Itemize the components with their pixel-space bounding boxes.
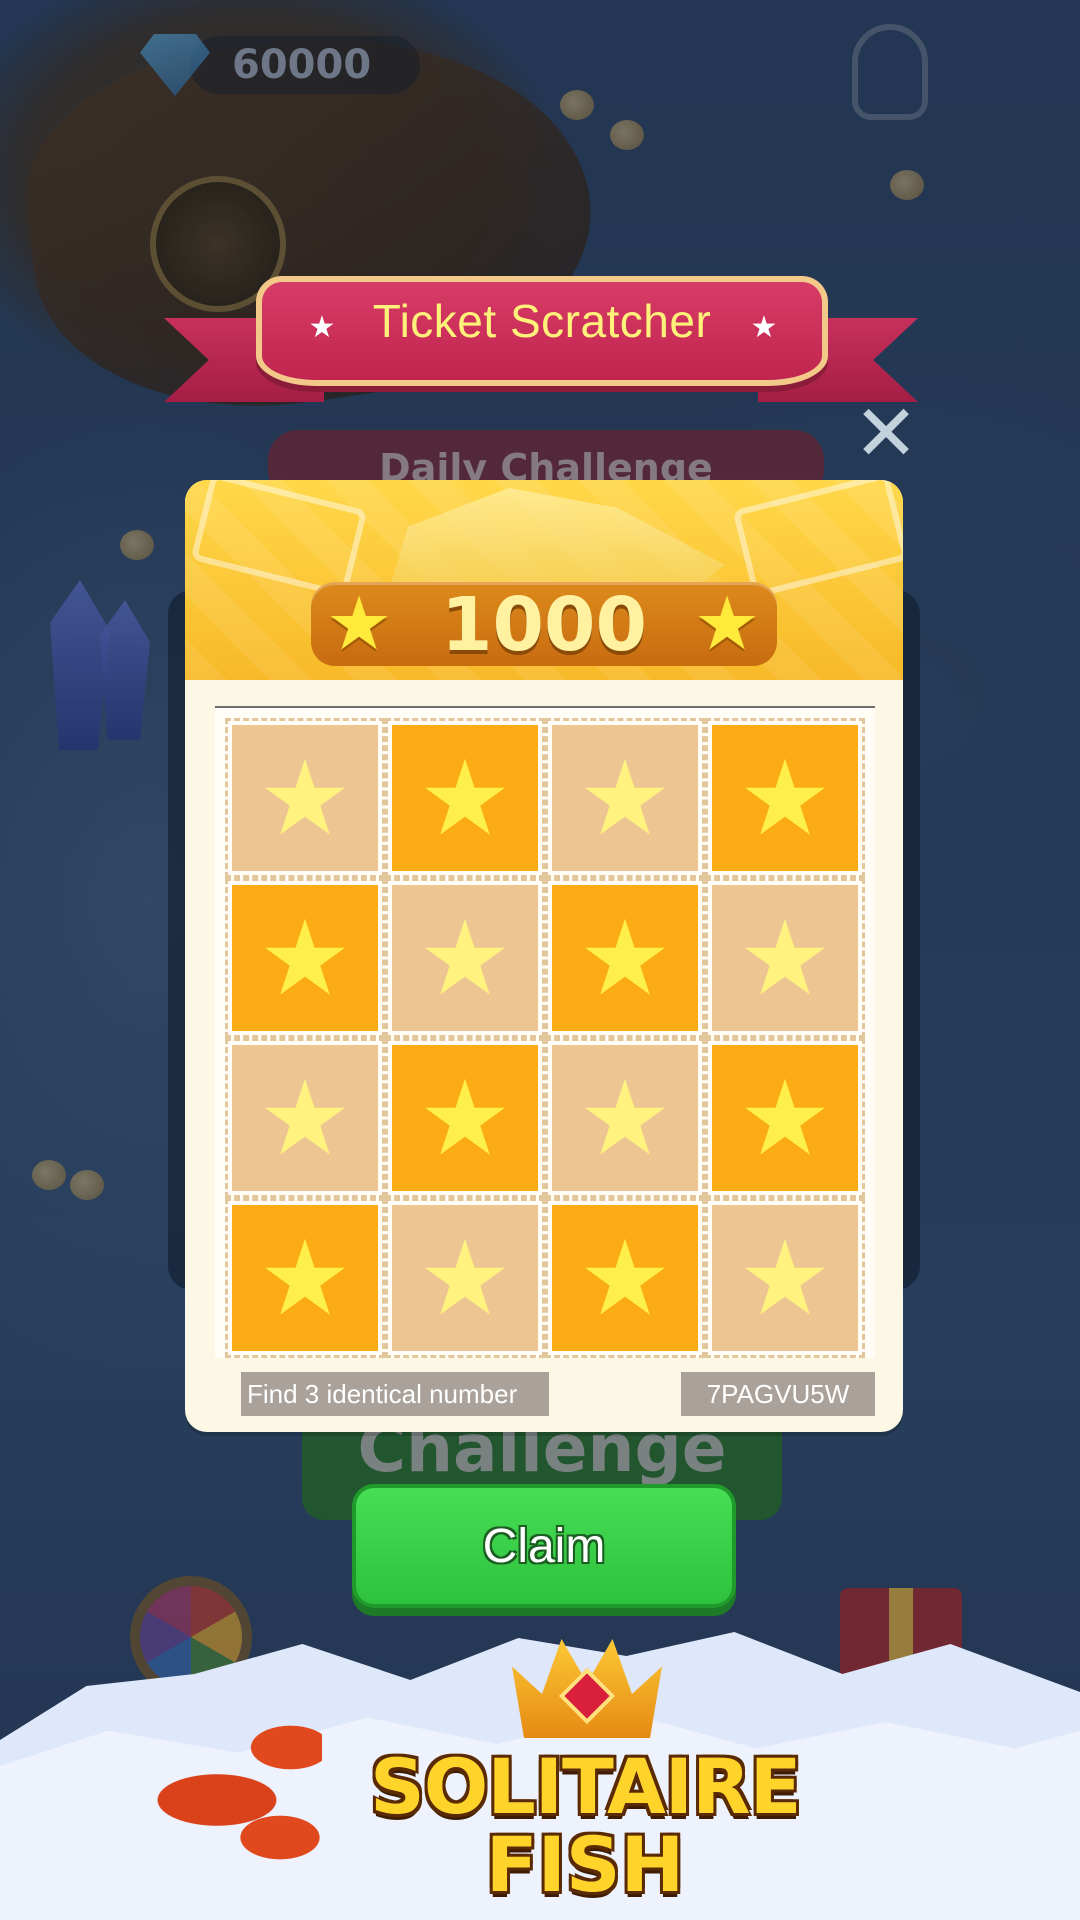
scratch-cell-cover: ★	[552, 725, 698, 871]
star-icon: ★	[578, 1217, 672, 1339]
ticket-code: 7PAGVU5W	[681, 1372, 875, 1416]
scratch-cell[interactable]: ★	[225, 1038, 385, 1198]
scratch-cell-cover: ★	[712, 1045, 858, 1191]
scratch-cell-cover: ★	[232, 725, 378, 871]
scratch-cell-cover: ★	[712, 725, 858, 871]
scratch-cell[interactable]: ★	[545, 718, 705, 878]
hint-text: Find 3 identical number	[241, 1372, 549, 1416]
scratch-area: ★ ★ ★ ★ ★ ★ ★ ★ ★ ★ ★ ★ ★ ★ ★ ★	[215, 706, 875, 1358]
star-icon: ★	[258, 897, 352, 1019]
scratch-cell[interactable]: ★	[545, 1038, 705, 1198]
lobster-icon	[112, 1710, 322, 1860]
scratch-cell[interactable]: ★	[385, 1038, 545, 1198]
scratch-cell-cover: ★	[232, 1205, 378, 1351]
scratch-cell[interactable]: ★	[385, 878, 545, 1038]
scratch-cell-cover: ★	[392, 1205, 538, 1351]
star-icon: ★	[578, 1057, 672, 1179]
scratch-cell-cover: ★	[552, 1205, 698, 1351]
scratch-ticket-card: ★ ★ 1000 ★ ★ ★ ★ ★ ★ ★ ★ ★ ★ ★ ★ ★ ★ ★ ★ Find 3 identic…	[185, 480, 903, 1432]
star-icon: ★	[418, 737, 512, 859]
star-icon: ★	[418, 1057, 512, 1179]
star-icon: ★	[578, 897, 672, 1019]
scratch-cell[interactable]: ★	[225, 718, 385, 878]
star-icon: ★	[578, 737, 672, 859]
ticket-header: ★ ★ 1000	[185, 480, 903, 680]
star-icon: ★	[738, 1217, 832, 1339]
scratch-cell[interactable]: ★	[705, 1038, 865, 1198]
scratch-cell[interactable]: ★	[225, 1198, 385, 1358]
scratch-cell[interactable]: ★	[705, 1198, 865, 1358]
star-icon: ★	[738, 1057, 832, 1179]
star-icon: ★	[738, 737, 832, 859]
claim-button-label: Claim	[482, 1519, 606, 1573]
scratch-cell[interactable]: ★	[385, 1198, 545, 1358]
game-logo-title: SOLITAIRE	[370, 1742, 802, 1831]
star-icon: ★	[258, 737, 352, 859]
star-icon: ★	[738, 897, 832, 1019]
scratch-cell-cover: ★	[712, 1205, 858, 1351]
scratch-cell-cover: ★	[712, 885, 858, 1031]
reward-amount: 1000	[441, 582, 647, 668]
scratch-cell-cover: ★	[392, 1045, 538, 1191]
scratch-cell-cover: ★	[552, 885, 698, 1031]
scratch-cell[interactable]: ★	[545, 878, 705, 1038]
scratch-cell[interactable]: ★	[385, 718, 545, 878]
scratch-cell[interactable]: ★	[705, 718, 865, 878]
scratch-cell[interactable]: ★	[545, 1198, 705, 1358]
close-icon[interactable]: ✕	[852, 395, 920, 473]
scratch-cell-cover: ★	[392, 725, 538, 871]
scratch-cell-cover: ★	[232, 1045, 378, 1191]
modal-title: Ticket Scratcher	[372, 295, 712, 347]
scratch-cell-cover: ★	[392, 885, 538, 1031]
star-icon: ★	[418, 1217, 512, 1339]
scratch-cell[interactable]: ★	[705, 878, 865, 1038]
scratch-cell-cover: ★	[552, 1045, 698, 1191]
scratch-cell-cover: ★	[232, 885, 378, 1031]
claim-button[interactable]: Claim	[352, 1484, 736, 1608]
scratch-cell[interactable]: ★	[225, 878, 385, 1038]
star-icon: ★	[258, 1057, 352, 1179]
scratch-grid: ★ ★ ★ ★ ★ ★ ★ ★ ★ ★ ★ ★ ★ ★ ★ ★	[225, 718, 865, 1358]
star-icon: ★	[258, 1217, 352, 1339]
game-logo-subtitle: FISH	[485, 1820, 685, 1909]
star-icon: ★	[418, 897, 512, 1019]
